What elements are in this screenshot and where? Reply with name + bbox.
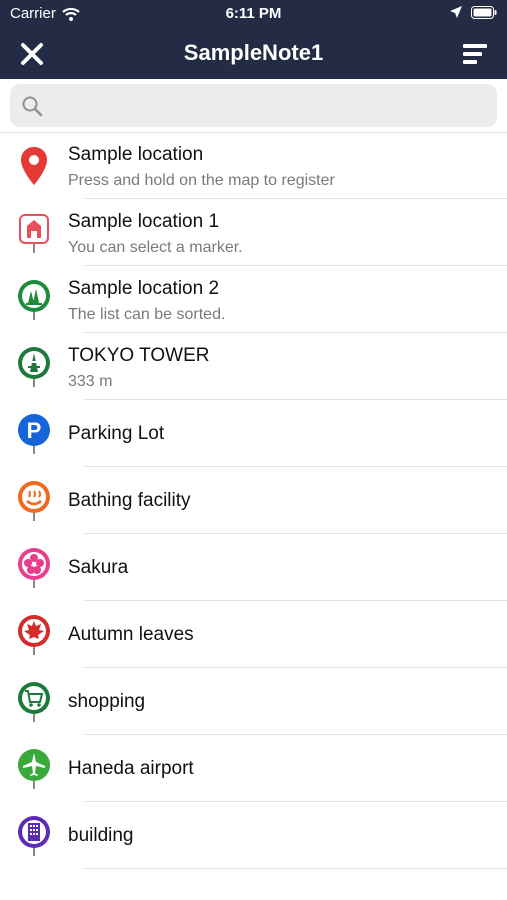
- status-right: [449, 5, 497, 19]
- list-item-title: Sample location 1: [68, 211, 220, 232]
- castle-icon: [17, 212, 51, 254]
- page-title: SampleNote1: [183, 40, 324, 65]
- list-item-subtitle: You can select a marker.: [68, 239, 243, 256]
- maple-leaf-icon: [17, 614, 51, 656]
- list-item[interactable]: Haneda airport: [0, 735, 507, 802]
- top-bar: Carrier 6:11 PM SampleNote1: [0, 0, 507, 79]
- search-bar[interactable]: [10, 84, 497, 129]
- list-item[interactable]: Autumn leaves: [0, 601, 507, 668]
- hot-spring-icon: [17, 480, 51, 522]
- red-map-pin-icon: [17, 145, 51, 187]
- list-item-title: shopping: [68, 691, 146, 712]
- tower-icon: [17, 346, 51, 388]
- parking-icon: P: [17, 413, 51, 455]
- list-item-subtitle: The list can be sorted.: [68, 306, 226, 323]
- list-item-title: Haneda airport: [68, 758, 194, 779]
- sakura-icon: [17, 547, 51, 589]
- status-time: 6:11 PM: [225, 5, 282, 22]
- sort-menu-icon[interactable]: [461, 40, 489, 68]
- shopping-cart-icon: [17, 681, 51, 723]
- list-item[interactable]: building: [0, 802, 507, 869]
- list-item[interactable]: Sample location 1 You can select a marker…: [0, 199, 507, 266]
- list-item[interactable]: P Parking Lot: [0, 400, 507, 467]
- battery-icon: [471, 5, 497, 19]
- navigation-bar: SampleNote1: [0, 28, 507, 79]
- building-icon: [17, 815, 51, 857]
- airplane-icon: [17, 748, 51, 790]
- forest-icon: [17, 279, 51, 321]
- list-item-title: TOKYO TOWER: [68, 345, 210, 366]
- list-item-title: Parking Lot: [68, 423, 165, 444]
- list-item[interactable]: Sample location 2 The list can be sorted.: [0, 266, 507, 333]
- list-item[interactable]: Sample location Press and hold on the map…: [0, 132, 507, 199]
- search-input[interactable]: [54, 84, 488, 129]
- list-item[interactable]: TOKYO TOWER 333 m: [0, 333, 507, 400]
- list-item-title: Autumn leaves: [68, 624, 194, 645]
- list-item-title: Bathing facility: [68, 490, 191, 511]
- row-divider: [84, 868, 507, 869]
- list-item[interactable]: Bathing facility: [0, 467, 507, 534]
- list-item-title: Sample location: [68, 144, 204, 165]
- list-item[interactable]: Sakura: [0, 534, 507, 601]
- search-area: [0, 79, 507, 133]
- status-bar: Carrier 6:11 PM: [0, 0, 507, 28]
- location-list: Sample location Press and hold on the map…: [0, 132, 507, 869]
- list-item-subtitle: Press and hold on the map to register: [68, 172, 335, 189]
- list-item-title: building: [68, 825, 134, 846]
- svg-text:P: P: [27, 418, 42, 443]
- location-arrow-icon: [450, 6, 462, 18]
- search-icon: [22, 96, 43, 117]
- list-item-title: Sample location 2: [68, 278, 220, 299]
- list-item[interactable]: shopping: [0, 668, 507, 735]
- list-item-subtitle: 333 m: [68, 373, 113, 390]
- list-item-title: Sakura: [68, 557, 129, 578]
